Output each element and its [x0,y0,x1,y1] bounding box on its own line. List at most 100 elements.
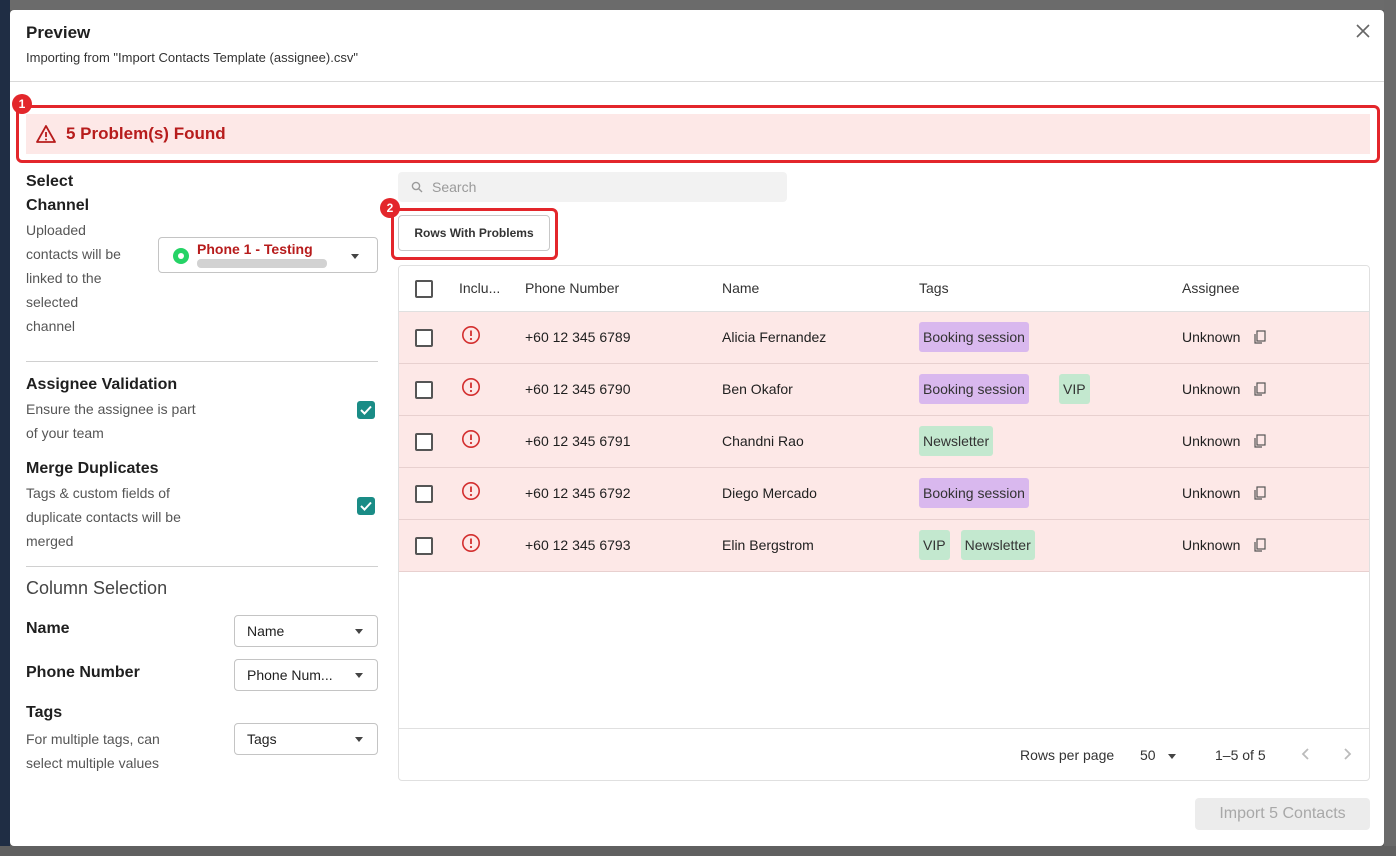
pagination-range: 1–5 of 5 [1215,747,1266,763]
divider [26,361,378,362]
select-all-checkbox[interactable] [415,280,433,298]
name-cell: Alicia Fernandez [722,329,827,345]
table-header: Inclu... Phone Number Name Tags Assignee [399,266,1369,312]
tag-chip: Booking session [919,478,1029,508]
whatsapp-icon [173,248,189,264]
table-row[interactable]: +60 12 345 6789 Alicia Fernandez Booking s… [399,312,1369,364]
chevron-right-icon[interactable] [1342,745,1352,766]
phone-column-select[interactable]: Phone Num... [234,659,378,691]
annotation-box-2 [391,208,558,260]
table-row[interactable]: +60 12 345 6790 Ben Okafor Booking session… [399,364,1369,416]
chevron-left-icon[interactable] [1301,745,1311,766]
tag-chip: Booking session [919,322,1029,352]
name-cell: Diego Mercado [722,485,817,501]
copy-icon[interactable] [1253,330,1267,344]
rows-per-page-label: Rows per page [1020,747,1115,763]
tag-chip: Newsletter [960,530,1035,560]
chevron-down-icon [355,737,363,742]
name-column-label: Name [26,620,70,637]
background-topbar [0,0,1396,10]
header-phone: Phone Number [525,280,620,296]
modal-header: Preview Importing from "Import Contacts … [10,10,1384,82]
error-circle-icon[interactable] [461,429,481,449]
phone-cell: +60 12 345 6790 [525,381,631,397]
tags-column-desc-1: For multiple tags, can [26,731,160,747]
header-assignee: Assignee [1182,280,1240,296]
chevron-down-icon [355,629,363,634]
merge-duplicates-section: Merge Duplicates Tags & custom fields of… [26,457,378,553]
search-box [398,172,787,202]
header-name: Name [722,280,760,296]
annotation-marker-1: 1 [12,94,32,114]
assignee-validation-heading: Assignee Validation [26,376,178,393]
header-include: Inclu... [459,280,501,296]
channel-select[interactable]: Phone 1 - Testing [158,237,378,273]
tag-chip: Newsletter [919,426,994,456]
merge-duplicates-desc-1: Tags & custom fields of [26,485,170,501]
select-channel-desc-2: contacts will be [26,246,121,262]
tag-chip: VIP [1059,374,1090,404]
copy-icon[interactable] [1253,486,1267,500]
rows-per-page-select[interactable]: 50 [1140,747,1176,763]
tag-chip: VIP [919,530,950,560]
modal-title: Preview [26,23,91,42]
row-checkbox[interactable] [415,485,433,503]
tags-column-desc-2: select multiple values [26,755,160,771]
merge-duplicates-heading: Merge Duplicates [26,460,159,477]
import-contacts-button[interactable]: Import 5 Contacts [1195,798,1370,830]
assignee-validation-desc-1: Ensure the assignee is part [26,401,196,417]
row-checkbox[interactable] [415,433,433,451]
background-bottom [0,846,1396,856]
contacts-table: Inclu... Phone Number Name Tags Assignee… [398,265,1370,781]
table-row[interactable]: +60 12 345 6792 Diego Mercado Booking sess… [399,468,1369,520]
table-row[interactable]: +60 12 345 6793 Elin Bergstrom VIP Newslett… [399,520,1369,572]
name-cell: Ben Okafor [722,381,793,397]
tags-column-select[interactable]: Tags [234,723,378,755]
background-sidebar [0,0,10,856]
row-checkbox[interactable] [415,537,433,555]
channel-number-redacted [197,259,327,268]
assignee-cell: Unknown [1182,329,1241,345]
error-circle-icon[interactable] [461,533,481,553]
phone-column-label: Phone Number [26,664,140,681]
merge-duplicates-desc-3: merged [26,533,74,549]
close-icon[interactable] [1352,20,1374,42]
rows-per-page-value: 50 [1140,747,1156,763]
preview-modal: Preview Importing from "Import Contacts … [10,10,1384,846]
chevron-down-icon [355,673,363,678]
assignee-validation-checkbox[interactable] [357,401,375,419]
merge-duplicates-checkbox[interactable] [357,497,375,515]
copy-icon[interactable] [1253,382,1267,396]
name-column-value: Name [247,623,285,639]
background-right-edge [1384,0,1396,856]
assignee-cell: Unknown [1182,537,1241,553]
row-checkbox[interactable] [415,381,433,399]
search-input[interactable] [432,172,772,202]
tags-column-value: Tags [247,731,277,747]
name-column-select[interactable]: Name [234,615,378,647]
select-channel-desc-5: channel [26,318,76,334]
error-circle-icon[interactable] [461,325,481,345]
name-cell: Chandni Rao [722,433,804,449]
select-channel-desc-3: linked to the [26,270,102,286]
phone-column-value: Phone Num... [247,667,333,683]
error-circle-icon[interactable] [461,481,481,501]
divider [26,566,378,567]
annotation-box-1 [16,105,1380,163]
header-tags: Tags [919,280,949,296]
phone-cell: +60 12 345 6789 [525,329,631,345]
select-channel-desc-1: Uploaded [26,222,86,238]
error-circle-icon[interactable] [461,377,481,397]
table-row[interactable]: +60 12 345 6791 Chandni Rao Newsletter Unkn… [399,416,1369,468]
select-channel-desc-4: selected [26,294,79,310]
select-channel-section: Select Channel Uploaded contacts will be… [26,170,378,346]
phone-cell: +60 12 345 6792 [525,485,631,501]
phone-cell: +60 12 345 6793 [525,537,631,553]
row-checkbox[interactable] [415,329,433,347]
copy-icon[interactable] [1253,538,1267,552]
assignee-cell: Unknown [1182,485,1241,501]
chevron-down-icon [351,254,359,259]
select-channel-heading-1: Select [26,173,74,190]
copy-icon[interactable] [1253,434,1267,448]
modal-subtitle: Importing from "Import Contacts Template… [26,50,358,65]
